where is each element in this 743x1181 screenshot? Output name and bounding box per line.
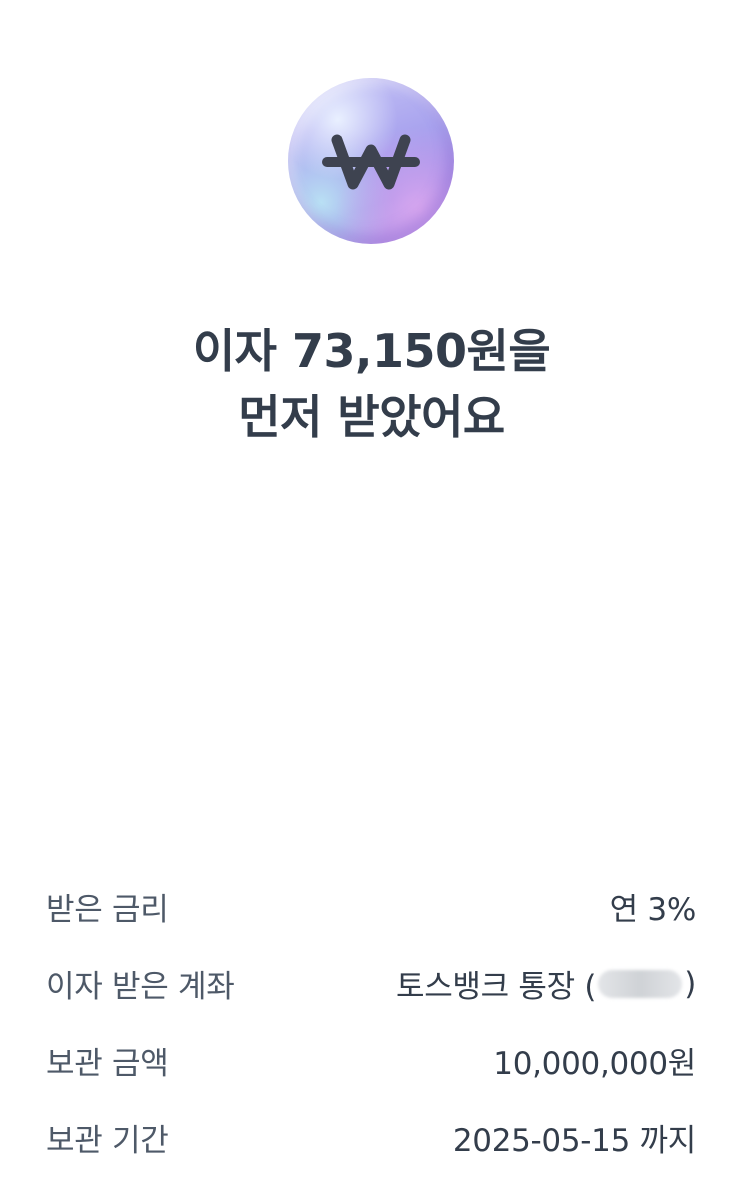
detail-row-period: 보관 기간 2025-05-15 까지 (46, 1099, 696, 1176)
coin-illustration (288, 78, 454, 244)
detail-row-rate: 받은 금리 연 3% (46, 868, 696, 945)
account-suffix: ) (684, 965, 696, 1002)
account-label: 이자 받은 계좌 (46, 969, 235, 1005)
amount-value: 10,000,000원 (493, 1046, 696, 1082)
page-title: 이자 73,150원을 먼저 받았어요 (0, 318, 743, 450)
rate-value: 연 3% (609, 892, 697, 928)
detail-row-amount: 보관 금액 10,000,000원 (46, 1022, 696, 1099)
title-line-2: 먼저 받았어요 (238, 390, 505, 444)
rate-label: 받은 금리 (46, 892, 169, 928)
title-line-1: 이자 73,150원을 (192, 324, 551, 378)
account-value: 토스뱅크 통장 ( ) (396, 961, 696, 1006)
period-label: 보관 기간 (46, 1123, 169, 1159)
won-symbol-icon (322, 134, 420, 190)
detail-row-account: 이자 받은 계좌 토스뱅크 통장 ( ) (46, 945, 696, 1022)
details-list: 받은 금리 연 3% 이자 받은 계좌 토스뱅크 통장 ( ) 보관 금액 10… (46, 868, 696, 1176)
masked-account-number (598, 969, 683, 998)
won-coin-icon (288, 78, 454, 244)
interest-received-screen: 이자 73,150원을 먼저 받았어요 받은 금리 연 3% 이자 받은 계좌 … (0, 0, 743, 1181)
period-value: 2025-05-15 까지 (452, 1123, 696, 1159)
account-name: 토스뱅크 통장 ( (395, 969, 597, 1005)
amount-label: 보관 금액 (46, 1046, 169, 1082)
